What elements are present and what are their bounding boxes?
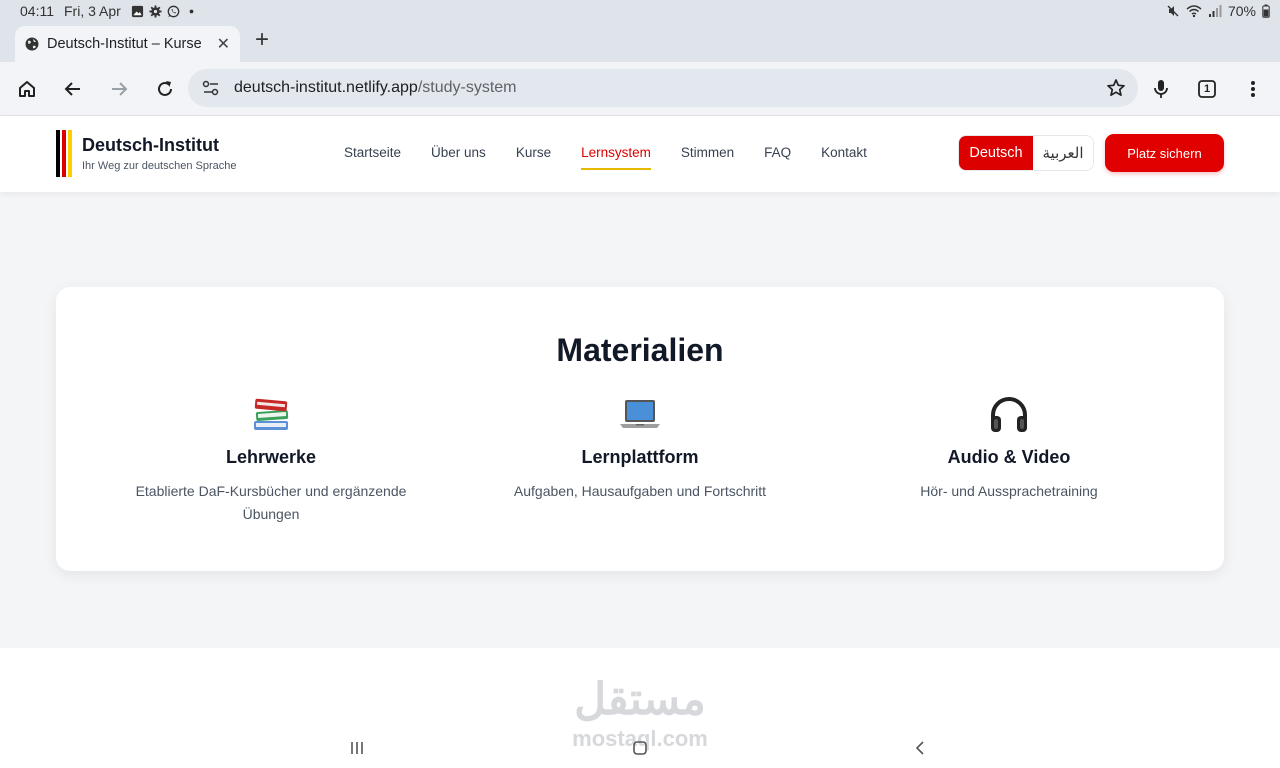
nav-faq[interactable]: FAQ bbox=[764, 145, 791, 160]
status-date: Fri, 3 Apr bbox=[64, 3, 121, 19]
battery-icon bbox=[1262, 4, 1270, 18]
feature-description: Etablierte DaF-Kursbücher und ergänzende… bbox=[135, 483, 407, 522]
tab-strip: Deutsch-Institut – Kurse ✕ + bbox=[0, 24, 1280, 62]
dot-icon bbox=[189, 9, 194, 13]
back-button[interactable] bbox=[60, 76, 86, 102]
new-tab-button[interactable]: + bbox=[250, 28, 274, 53]
home-nav-button[interactable] bbox=[628, 736, 652, 760]
signal-icon bbox=[1208, 5, 1222, 17]
wifi-icon bbox=[1186, 5, 1202, 18]
nav-kurse[interactable]: Kurse bbox=[516, 145, 551, 160]
laptop-icon bbox=[620, 400, 660, 428]
brand-title: Deutsch-Institut bbox=[82, 135, 219, 155]
language-switcher: Deutsch العربية bbox=[958, 135, 1094, 171]
forward-button[interactable] bbox=[106, 76, 132, 102]
home-square-icon bbox=[633, 741, 647, 755]
status-time: 04:11 bbox=[20, 3, 54, 19]
nav-ueber-uns[interactable]: Über uns bbox=[431, 145, 486, 160]
chevron-left-icon bbox=[915, 741, 924, 755]
recents-icon bbox=[351, 742, 363, 754]
brand-logo[interactable]: Deutsch-Institut Ihr Weg zur deutschen S… bbox=[56, 130, 237, 177]
materials-card: Materialien Lehrwerke Etablierte DaF-Kur… bbox=[56, 287, 1224, 571]
feature-lehrwerke: Lehrwerke Etablierte DaF-Kursbücher und … bbox=[101, 393, 441, 526]
headphones-icon bbox=[991, 397, 1027, 432]
feature-title: Lernplattform bbox=[581, 447, 699, 467]
materials-section: Materialien Lehrwerke Etablierte DaF-Kur… bbox=[0, 192, 1280, 648]
settings-icon bbox=[149, 4, 162, 18]
address-bar[interactable]: deutsch-institut.netlify.app/study-syste… bbox=[188, 69, 1138, 107]
lang-arabic-button[interactable]: العربية bbox=[1033, 136, 1093, 170]
nav-stimmen[interactable]: Stimmen bbox=[681, 145, 734, 160]
feature-audio-video: Audio & Video Hör- und Aussprachetrainin… bbox=[839, 393, 1179, 503]
back-nav-button[interactable] bbox=[908, 736, 932, 760]
reload-button[interactable] bbox=[152, 76, 178, 102]
back-arrow-icon bbox=[64, 82, 80, 96]
main-nav: Startseite Über uns Kurse Lernsystem Sti… bbox=[344, 145, 897, 170]
section-title: Materialien bbox=[556, 332, 724, 368]
home-button[interactable] bbox=[14, 76, 40, 102]
nav-kontakt[interactable]: Kontakt bbox=[821, 145, 867, 160]
globe-icon bbox=[25, 37, 39, 51]
battery-percent: 70% bbox=[1227, 3, 1256, 19]
forward-arrow-icon bbox=[112, 82, 128, 96]
tab-title: Deutsch-Institut – Kurse bbox=[46, 36, 202, 52]
books-icon bbox=[254, 398, 289, 430]
mute-icon bbox=[1167, 5, 1179, 17]
feature-title: Audio & Video bbox=[947, 447, 1071, 467]
nav-startseite[interactable]: Startseite bbox=[344, 145, 401, 160]
feature-lernplattform: Lernplattform Aufgaben, Hausaufgaben und… bbox=[470, 393, 810, 503]
tab-switcher-button[interactable]: 1 bbox=[1194, 76, 1220, 102]
site-header: Deutsch-Institut Ihr Weg zur deutschen S… bbox=[0, 116, 1280, 192]
watermark-arabic: مستقل bbox=[574, 675, 706, 724]
microphone-icon bbox=[1154, 80, 1168, 98]
reload-icon bbox=[158, 81, 172, 96]
tab-count: 1 bbox=[1203, 83, 1211, 95]
star-icon[interactable] bbox=[1106, 78, 1126, 98]
gallery-icon bbox=[131, 5, 143, 17]
feature-description: Hör- und Aussprachetraining bbox=[920, 483, 1098, 499]
url-text: deutsch-institut.netlify.app/study-syste… bbox=[234, 79, 517, 97]
nav-lernsystem[interactable]: Lernsystem bbox=[581, 145, 651, 170]
more-vert-icon bbox=[1251, 81, 1255, 97]
feature-title: Lehrwerke bbox=[225, 447, 317, 467]
recent-apps-button[interactable] bbox=[345, 736, 369, 760]
url-host: deutsch-institut.netlify.app bbox=[234, 79, 418, 96]
url-path: /study-system bbox=[417, 79, 517, 96]
home-icon bbox=[19, 81, 35, 97]
voice-search-button[interactable] bbox=[1148, 76, 1174, 102]
brand-subtitle: Ihr Weg zur deutschen Sprache bbox=[82, 160, 237, 172]
platz-sichern-button[interactable]: Platz sichern bbox=[1105, 134, 1224, 172]
status-bar: 04:11 Fri, 3 Apr 70% bbox=[0, 0, 1280, 24]
browser-toolbar: deutsch-institut.netlify.app/study-syste… bbox=[0, 62, 1280, 116]
tab-close-icon[interactable]: ✕ bbox=[217, 34, 230, 54]
system-nav-bar bbox=[0, 728, 1280, 768]
menu-button[interactable] bbox=[1240, 76, 1266, 102]
lang-deutsch-button[interactable]: Deutsch bbox=[959, 136, 1033, 170]
site-settings-icon[interactable] bbox=[202, 80, 220, 96]
feature-description: Aufgaben, Hausaufgaben und Fortschritt bbox=[513, 483, 767, 499]
whatsapp-icon bbox=[167, 5, 180, 17]
browser-tab[interactable]: Deutsch-Institut – Kurse ✕ bbox=[15, 26, 240, 62]
german-flag-bars bbox=[56, 130, 72, 177]
